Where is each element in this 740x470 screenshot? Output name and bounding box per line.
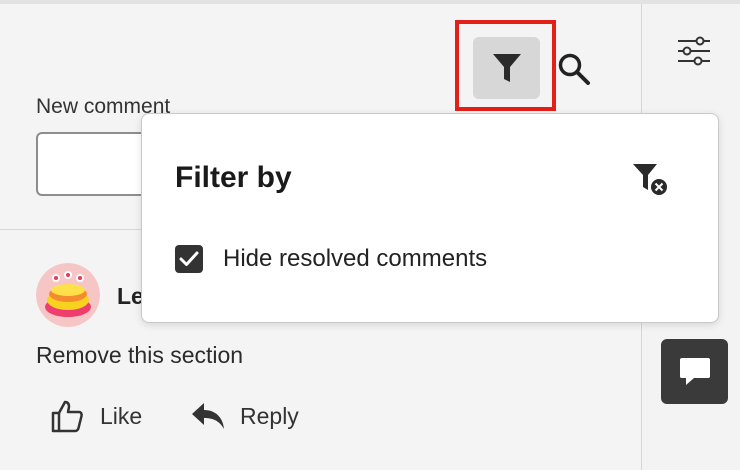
funnel-icon (492, 54, 521, 82)
search-icon (558, 53, 590, 85)
hide-resolved-checkbox[interactable] (175, 245, 203, 273)
comment-bubble-icon (679, 357, 710, 385)
comment-text: Remove this section (36, 342, 244, 368)
author-name: Le (117, 283, 144, 309)
comments-panel-button[interactable] (661, 339, 728, 404)
clear-filter-button[interactable] (630, 159, 672, 201)
clear-filter-icon (633, 164, 667, 195)
hide-resolved-option[interactable]: Hide resolved comments (175, 241, 487, 277)
sliders-icon (678, 36, 710, 66)
reply-arrow-icon (192, 403, 224, 429)
search-button[interactable] (553, 48, 595, 90)
filter-popover: Filter by Hide resolved comments (141, 113, 719, 323)
hide-resolved-label: Hide resolved comments (223, 245, 488, 272)
avatar (36, 263, 100, 327)
like-label: Like (100, 402, 143, 429)
settings-button[interactable] (673, 30, 715, 72)
filter-button[interactable] (473, 37, 540, 99)
reply-button[interactable]: Reply (190, 395, 299, 437)
popover-title: Filter by (175, 161, 292, 194)
thumbs-up-icon (51, 400, 83, 433)
reply-label: Reply (240, 402, 299, 429)
like-button[interactable]: Like (50, 395, 142, 437)
checkmark-icon (179, 251, 199, 266)
